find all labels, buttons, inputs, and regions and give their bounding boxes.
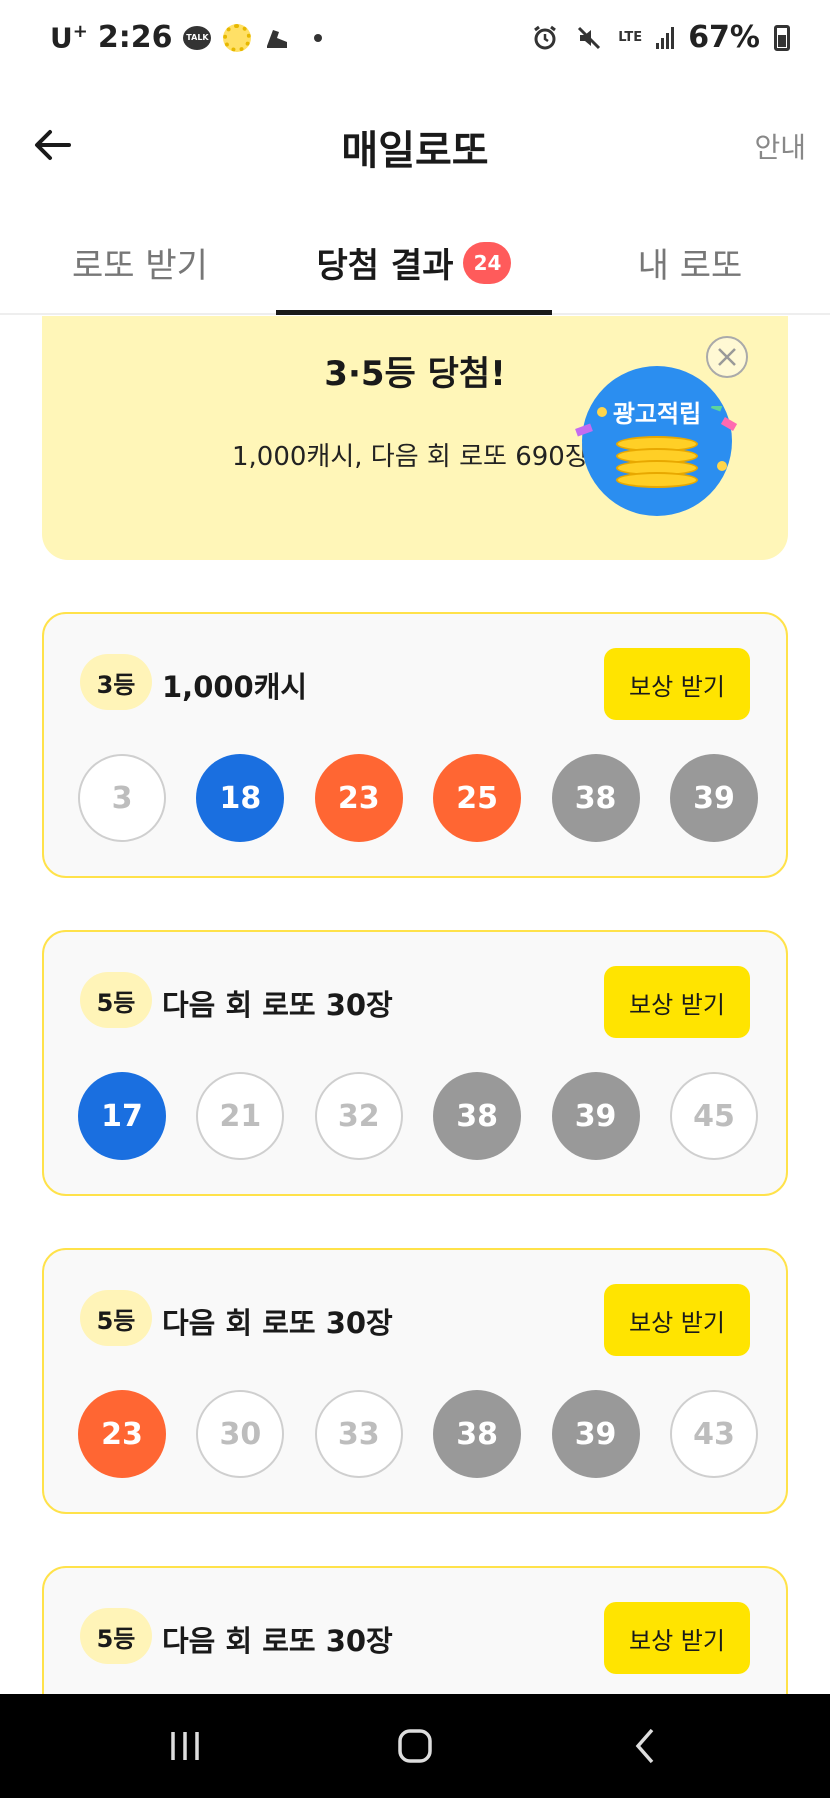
battery-percent: 67% xyxy=(688,20,760,55)
result-card: 5등 다음 회 로또 30장 보상 받기 17 21 32 38 39 45 xyxy=(42,930,788,1196)
home-button[interactable] xyxy=(380,1720,450,1772)
shoe-icon xyxy=(262,23,292,53)
lotto-ball: 39 xyxy=(551,1390,640,1478)
recent-apps-button[interactable] xyxy=(150,1720,220,1772)
lotto-ball: 39 xyxy=(551,1072,640,1160)
close-banner-button[interactable] xyxy=(706,336,748,378)
home-icon xyxy=(398,1729,432,1763)
chevron-left-icon xyxy=(635,1728,654,1764)
lotto-ball: 23 xyxy=(78,1390,166,1478)
system-nav-bar xyxy=(0,1694,830,1798)
mute-icon xyxy=(574,23,604,53)
ad-reward-label: 광고적립 xyxy=(612,400,702,428)
claim-reward-button[interactable]: 보상 받기 xyxy=(604,1602,750,1674)
lotto-ball: 45 xyxy=(669,1072,758,1160)
rank-badge: 5등 xyxy=(80,1608,152,1664)
tab-get-lotto[interactable]: 로또 받기 xyxy=(60,238,220,287)
status-left: U+ 2:26 TALK xyxy=(50,20,323,55)
prize-text: 다음 회 로또 30장 xyxy=(162,1306,393,1340)
lotto-ball: 25 xyxy=(433,754,522,842)
claim-reward-button[interactable]: 보상 받기 xyxy=(604,966,750,1038)
claim-reward-button[interactable]: 보상 받기 xyxy=(604,648,750,720)
carrier-name: U xyxy=(50,21,73,55)
system-back-button[interactable] xyxy=(610,1720,680,1772)
page-title: 매일로또 xyxy=(341,128,489,174)
tab-my-lotto[interactable]: 내 로또 xyxy=(610,238,770,287)
result-card: 3등 1,000캐시 보상 받기 3 18 23 25 38 39 xyxy=(42,612,788,878)
lotto-ball: 30 xyxy=(196,1390,285,1478)
lotto-ball: 38 xyxy=(433,1072,522,1160)
recent-apps-icon xyxy=(171,1732,199,1760)
banner-description: 1,000캐시, 다음 회 로또 690장 xyxy=(232,442,589,472)
guide-link[interactable]: 안내 xyxy=(754,126,806,166)
rank-badge: 5등 xyxy=(80,1290,152,1346)
lotto-numbers: 3 18 23 25 38 39 xyxy=(78,754,758,842)
battery-icon xyxy=(774,24,790,51)
ad-reward-button[interactable]: 광고적립 xyxy=(575,366,738,516)
clock: 2:26 xyxy=(97,20,173,55)
signal-icon xyxy=(656,26,675,49)
prize-text: 다음 회 로또 30장 xyxy=(162,1624,393,1658)
lotto-ball: 32 xyxy=(314,1072,403,1160)
lotto-ball: 18 xyxy=(196,754,285,842)
tab-results[interactable]: 당첨 결과 24 xyxy=(276,238,552,287)
lotto-ball: 38 xyxy=(433,1390,522,1478)
status-bar: U+ 2:26 TALK LTE 67% xyxy=(0,0,830,80)
carrier-label: U+ xyxy=(50,21,88,54)
status-right: LTE 67% xyxy=(530,20,790,55)
results-list[interactable]: 3·5등 당첨! 1,000캐시, 다음 회 로또 690장 광고적립 3등 1… xyxy=(0,316,830,1694)
prize-text: 다음 회 로또 30장 xyxy=(162,988,393,1022)
weather-sun-icon xyxy=(222,23,252,53)
lotto-ball: 38 xyxy=(551,754,640,842)
rank-badge: 3등 xyxy=(80,654,152,710)
tab-bar: 로또 받기 당첨 결과 24 내 로또 xyxy=(0,210,830,315)
lotto-ball: 3 xyxy=(78,754,166,842)
active-tab-indicator xyxy=(276,310,552,315)
lotto-numbers: 23 30 33 38 39 43 xyxy=(78,1390,758,1478)
prize-text: 1,000캐시 xyxy=(162,670,308,704)
app-header: 매일로또 안내 xyxy=(0,90,830,200)
carrier-plus: + xyxy=(72,20,88,42)
notification-dot-icon xyxy=(314,33,323,42)
rank-badge: 5등 xyxy=(80,972,152,1028)
network-type: LTE xyxy=(618,29,643,45)
tab-results-label: 당첨 결과 xyxy=(316,246,454,286)
lotto-ball: 21 xyxy=(196,1072,285,1160)
alarm-icon xyxy=(530,23,560,53)
claim-reward-button[interactable]: 보상 받기 xyxy=(604,1284,750,1356)
lotto-numbers: 17 21 32 38 39 45 xyxy=(78,1072,758,1160)
lotto-ball: 17 xyxy=(78,1072,166,1160)
coin-stack-icon xyxy=(616,436,698,488)
lotto-ball: 33 xyxy=(314,1390,403,1478)
result-card: 5등 다음 회 로또 30장 보상 받기 xyxy=(42,1566,788,1694)
close-icon xyxy=(718,348,736,366)
kakaotalk-icon-text: TALK xyxy=(183,25,212,50)
kakaotalk-icon: TALK xyxy=(182,23,212,53)
result-card: 5등 다음 회 로또 30장 보상 받기 23 30 33 38 39 43 xyxy=(42,1248,788,1514)
win-summary-banner: 3·5등 당첨! 1,000캐시, 다음 회 로또 690장 광고적립 xyxy=(42,316,788,560)
lotto-ball: 43 xyxy=(669,1390,758,1478)
lotto-ball: 39 xyxy=(669,754,758,842)
lotto-ball: 23 xyxy=(314,754,403,842)
tab-results-count-badge: 24 xyxy=(463,241,512,284)
